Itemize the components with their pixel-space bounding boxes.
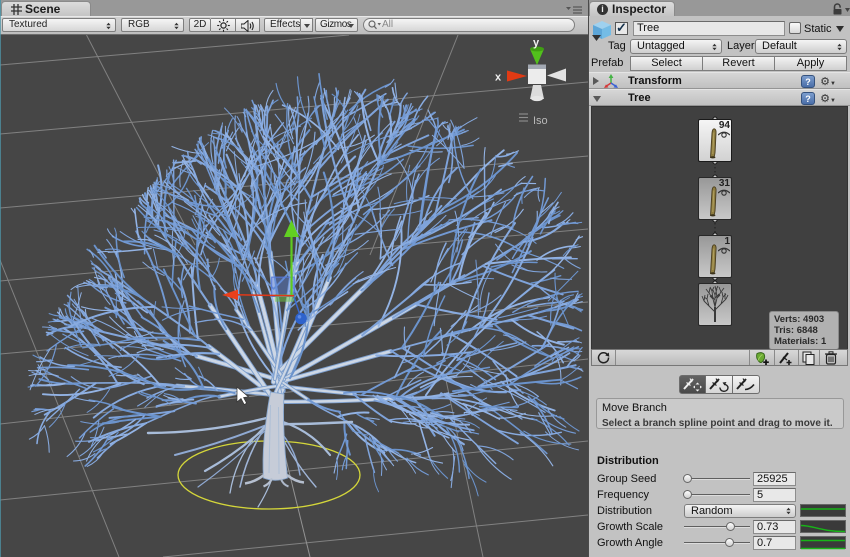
svg-text:Iso: Iso <box>533 115 548 127</box>
svg-text:y: y <box>533 37 540 49</box>
svg-text:x: x <box>495 72 502 84</box>
